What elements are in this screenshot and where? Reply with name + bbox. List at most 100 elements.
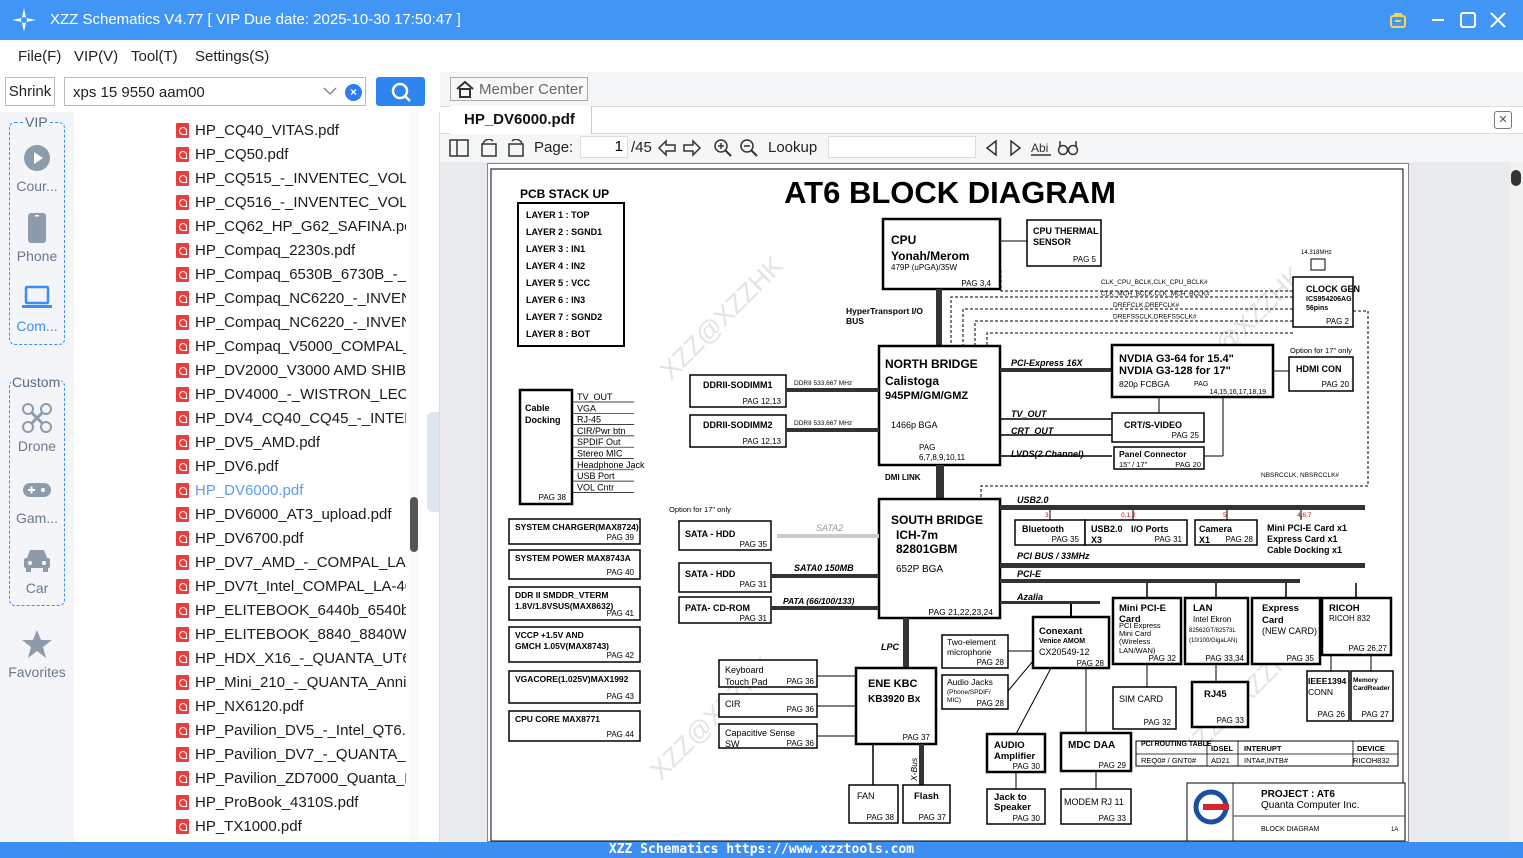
file-item[interactable]: HP_ELITEBOOK_6440b_6540b_-_: [176, 598, 406, 622]
file-item[interactable]: HP_DV5_AMD.pdf: [176, 430, 406, 454]
file-item[interactable]: HP_Compaq_NC6220_-_INVENT: [176, 310, 406, 334]
sidebar-item-drone[interactable]: Drone: [0, 402, 74, 454]
pdf-icon: [176, 146, 189, 162]
pdf-icon: [176, 746, 189, 762]
match-case-icon[interactable]: Abi: [1030, 138, 1052, 158]
schematic-text: LPC: [881, 642, 900, 652]
maximize-button[interactable]: [1456, 8, 1480, 32]
scrollbar-thumb[interactable]: [410, 497, 418, 552]
lookup-input[interactable]: [828, 136, 976, 158]
menu-vip[interactable]: VIP(V): [74, 48, 118, 65]
schematic-text: PAG 33: [1217, 716, 1245, 725]
file-item[interactable]: HP_DV4000_-_WISTRON_LEOPA: [176, 382, 406, 406]
schematic-text: ICS954206AG: [1306, 296, 1352, 303]
sidebar-item-computer[interactable]: Com...: [0, 282, 74, 334]
clear-icon[interactable]: ×: [345, 84, 362, 101]
schematic-text: CRT/S-VIDEO: [1124, 420, 1182, 430]
file-item[interactable]: HP_Compaq_2230s.pdf: [176, 238, 406, 262]
schematic-text: Intel Ekron: [1193, 615, 1231, 624]
file-item[interactable]: HP_DV6000_AT3_upload.pdf: [176, 502, 406, 526]
schematic-text: USB2.0: [1091, 524, 1123, 534]
member-center-button[interactable]: Member Center: [450, 77, 588, 101]
sidebar-item-car[interactable]: Car: [0, 544, 74, 596]
next-page-icon[interactable]: [681, 138, 703, 158]
schematic-bus: [771, 606, 879, 610]
close-button[interactable]: [1486, 8, 1510, 32]
file-item[interactable]: HP_CQ50.pdf: [176, 142, 406, 166]
rotate-left-icon[interactable]: [478, 138, 500, 158]
file-item[interactable]: HP_Compaq_NC6220_-_INVENT: [176, 286, 406, 310]
file-item[interactable]: HP_DV4_CQ40_CQ45_-_INTEL_D: [176, 406, 406, 430]
sidebar-item-game[interactable]: Gam...: [0, 474, 74, 526]
find-next-icon[interactable]: [1005, 138, 1027, 158]
pdf-icon: [176, 506, 189, 522]
schematic-text: SATA - HDD: [685, 569, 736, 579]
sidebar-toggle-icon[interactable]: [448, 138, 470, 158]
schematic-bus: [919, 744, 924, 785]
file-item[interactable]: HP_DV6000.pdf: [176, 478, 406, 502]
viewer-scrollbar-thumb[interactable]: [1511, 170, 1521, 186]
file-item[interactable]: HP_DV2000_V3000 AMD SHIBA: [176, 358, 406, 382]
menu-file[interactable]: File(F): [18, 48, 61, 65]
file-item[interactable]: HP_HDX_X16_-_QUANTA_UT6_-_: [176, 646, 406, 670]
find-prev-icon[interactable]: [980, 138, 1002, 158]
zoom-in-icon[interactable]: [712, 138, 734, 158]
zoom-out-icon[interactable]: [738, 138, 760, 158]
schematic-text: 56pins: [1306, 305, 1328, 312]
viewer-scrollbar[interactable]: [1510, 162, 1523, 842]
schematic-text: PAG 30: [1013, 762, 1041, 771]
sidebar-item-course[interactable]: Cour...: [0, 142, 74, 194]
schematic-text: Mini PCI-E Card x1: [1267, 523, 1347, 533]
file-item[interactable]: HP_DV6.pdf: [176, 454, 406, 478]
footer-bar: XZZ Schematics https://www.xzztools.com: [0, 842, 1523, 858]
file-item[interactable]: HP_CQ516_-_INVENTEC_VOLNA: [176, 190, 406, 214]
prev-page-icon[interactable]: [656, 138, 678, 158]
shrink-button[interactable]: Shrink: [5, 77, 55, 106]
schematic-text: SATA - HDD: [685, 529, 736, 539]
schematic-text: CPU: [891, 233, 916, 247]
sidebar-item-phone[interactable]: Phone: [0, 212, 74, 264]
file-item[interactable]: HP_CQ40_VITAS.pdf: [176, 118, 406, 142]
schematic-page[interactable]: XZZ@XZZHKXZZ@XZZHKXZZ@XZZHKXZZ@XZZHKAT6 …: [487, 163, 1409, 842]
rotate-right-icon[interactable]: [505, 138, 527, 158]
tab-document[interactable]: HP_DV6000.pdf: [450, 106, 592, 134]
menu-settings[interactable]: Settings(S): [195, 48, 269, 65]
pdf-icon: [176, 194, 189, 210]
file-item[interactable]: HP_DV6700.pdf: [176, 526, 406, 550]
file-item[interactable]: HP_Pavilion_DV7_-_QUANTA_UI: [176, 742, 406, 766]
file-item[interactable]: HP_Compaq_6530B_6730B_-_IN: [176, 262, 406, 286]
sidebar-item-favorites[interactable]: Favorites: [0, 628, 74, 680]
search-input[interactable]: xps 15 9550 aam00 ×: [64, 77, 366, 106]
file-item[interactable]: HP_DV7t_Intel_COMPAL_LA-408: [176, 574, 406, 598]
vip-shop-icon[interactable]: [1386, 8, 1410, 32]
schematic-text: microphone: [947, 647, 992, 657]
file-item[interactable]: HP_ProBook_4310S.pdf: [176, 790, 406, 814]
file-item[interactable]: HP_CQ62_HP_G62_SAFINA.pdf: [176, 214, 406, 238]
file-item[interactable]: HP_Pavilion_ZD7000_Quanta_N: [176, 766, 406, 790]
schematic-text: NVDIA G3-64 for 15.4": [1119, 353, 1234, 365]
schematic-text: MDC DAA: [1068, 740, 1115, 751]
find-all-icon[interactable]: [1057, 138, 1079, 158]
file-item[interactable]: HP_ELITEBOOK_8840_8840W_-_(: [176, 622, 406, 646]
page-input[interactable]: 1: [580, 136, 628, 158]
file-item[interactable]: HP_CQ515_-_INVENTEC_VOLNA: [176, 166, 406, 190]
file-item[interactable]: HP_NX6120.pdf: [176, 694, 406, 718]
file-item[interactable]: HP_Pavilion_DV5_-_Intel_QT6.pc: [176, 718, 406, 742]
usb-port-number: 0,1,2: [1121, 512, 1136, 519]
collapse-handle[interactable]: [427, 412, 439, 512]
close-tab-icon[interactable]: ✕: [1494, 111, 1512, 129]
chevron-down-icon[interactable]: [323, 86, 337, 96]
pcb-stack-box: [517, 202, 625, 347]
file-item[interactable]: HP_TX1000.pdf: [176, 814, 406, 838]
search-button[interactable]: [376, 77, 425, 106]
file-item[interactable]: HP_DV7_AMD_-_COMPAL_LA-4: [176, 550, 406, 574]
schematic-text: VCCP +1.5V AND: [515, 630, 584, 640]
file-item[interactable]: HP_Mini_210_-_QUANTA_Annik: [176, 670, 406, 694]
panel-splitter[interactable]: [419, 112, 440, 858]
menu-tool[interactable]: Tool(T): [131, 48, 178, 65]
file-list-scrollbar[interactable]: [409, 112, 419, 858]
file-item[interactable]: HP_Compaq_V5000_COMPAL_L: [176, 334, 406, 358]
schematic-text: PAG 27: [1362, 710, 1390, 719]
pdf-icon: [176, 386, 189, 402]
minimize-button[interactable]: [1426, 8, 1450, 32]
